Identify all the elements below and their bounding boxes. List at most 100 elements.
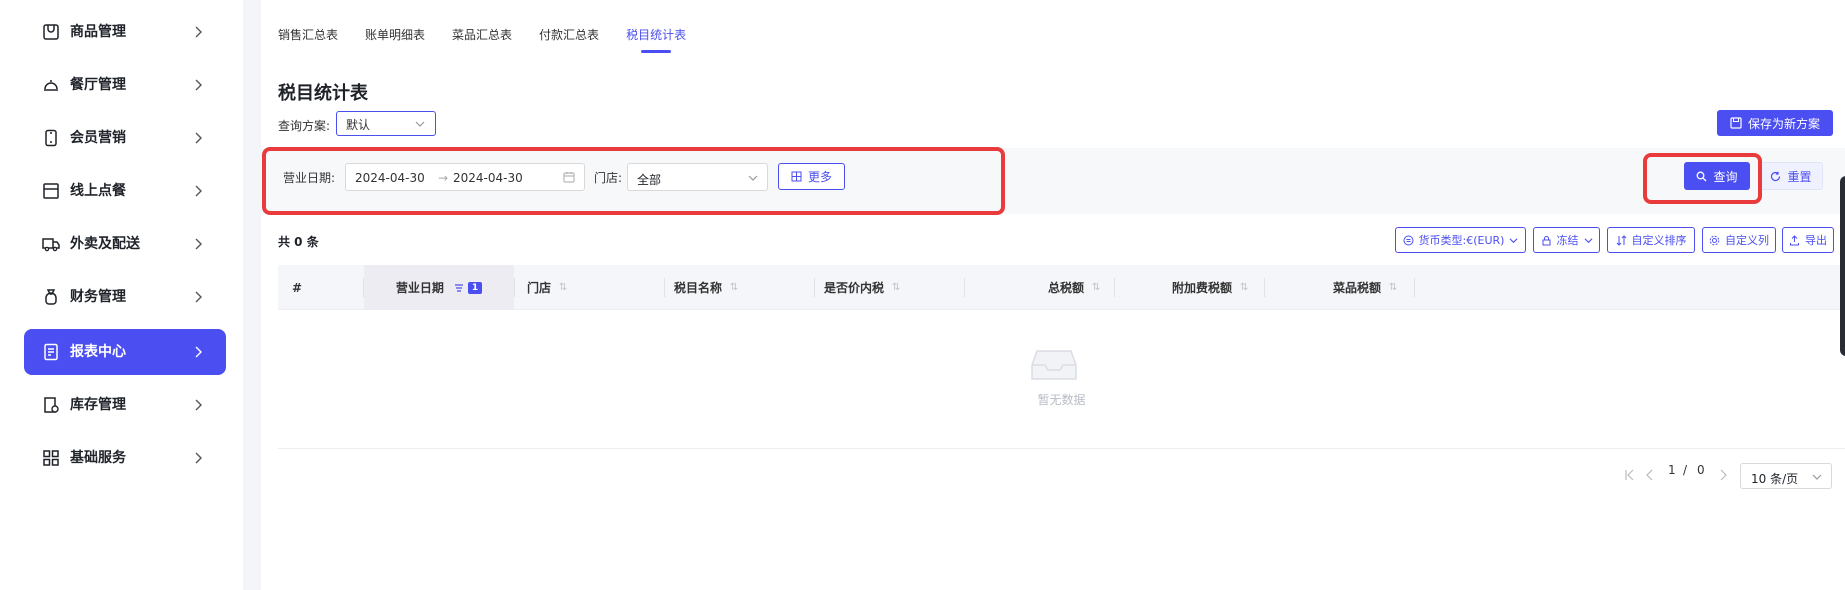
column-label: # xyxy=(292,280,303,295)
refresh-icon xyxy=(1771,171,1781,181)
page-separator: / xyxy=(1683,463,1688,477)
chevron-right-icon xyxy=(195,79,202,91)
query-button[interactable]: 查询 xyxy=(1684,162,1750,190)
freeze-button[interactable]: 冻结 xyxy=(1533,227,1600,253)
total-pages: 0 xyxy=(1697,463,1705,477)
current-page: 1 xyxy=(1668,463,1676,477)
reset-button[interactable]: 重置 xyxy=(1759,162,1823,190)
package-icon xyxy=(43,24,59,40)
sidebar-item-label: 财务管理 xyxy=(70,289,126,305)
sidebar-item-online-order[interactable]: 线上点餐 xyxy=(24,168,226,214)
custom-sort-label: 自定义排序 xyxy=(1631,234,1687,247)
chevron-down-icon xyxy=(748,175,758,181)
total-count: 共 0 条 xyxy=(278,235,319,249)
sidebar-item-restaurant[interactable]: 餐厅管理 xyxy=(24,62,226,108)
export-icon xyxy=(1790,234,1799,245)
tab-payment-summary[interactable]: 付款汇总表 xyxy=(539,26,599,56)
sidebar-item-reports[interactable]: 报表中心 xyxy=(24,329,226,375)
tab-bill-details[interactable]: 账单明细表 xyxy=(365,26,425,56)
store-label: 门店: xyxy=(594,171,623,185)
sidebar-item-label: 报表中心 xyxy=(70,344,126,360)
currency-label: 货币类型:€(EUR) xyxy=(1418,234,1505,247)
sidebar-item-finance[interactable]: 财务管理 xyxy=(24,274,226,320)
first-page-icon[interactable] xyxy=(1625,469,1635,481)
sidebar-item-label: 库存管理 xyxy=(70,397,126,413)
chevron-right-icon xyxy=(195,346,202,358)
phone-icon xyxy=(45,129,57,147)
column-header-tax-name[interactable]: 税目名称 ⇅ xyxy=(674,265,738,310)
sidebar-item-products[interactable]: 商品管理 xyxy=(24,9,226,55)
chevron-right-icon xyxy=(195,399,202,411)
column-label: 税目名称 xyxy=(674,281,723,295)
money-bag-icon xyxy=(45,289,57,305)
column-header-store[interactable]: 门店 ⇅ xyxy=(527,265,567,310)
sidebar-item-basic-services[interactable]: 基础服务 xyxy=(24,435,226,481)
sort-order-badge: 1 xyxy=(467,281,483,294)
empty-state: 暂无数据 xyxy=(278,311,1845,449)
export-label: 导出 xyxy=(1805,234,1827,247)
sidebar-item-label: 商品管理 xyxy=(70,24,126,40)
page-title: 税目统计表 xyxy=(278,83,368,104)
next-page-icon[interactable] xyxy=(1718,469,1728,481)
chevron-down-icon xyxy=(415,121,425,127)
tab-dish-summary[interactable]: 菜品汇总表 xyxy=(452,26,512,56)
save-scheme-button[interactable]: 保存为新方案 xyxy=(1717,110,1833,136)
side-panel-handle[interactable] xyxy=(1840,176,1845,356)
prev-page-icon[interactable] xyxy=(1645,469,1655,481)
currency-icon xyxy=(1403,235,1414,245)
column-label: 附加费税额 xyxy=(1172,281,1233,295)
custom-columns-label: 自定义列 xyxy=(1725,234,1769,247)
sort-icon: ⇅ xyxy=(1240,282,1249,293)
sort-icon xyxy=(1616,234,1626,246)
tab-sales-summary[interactable]: 销售汇总表 xyxy=(278,26,338,56)
currency-type-button[interactable]: 货币类型:€(EUR) xyxy=(1395,227,1526,253)
column-header-business-date[interactable]: 营业日期 1 xyxy=(364,265,514,310)
custom-columns-button[interactable]: 自定义列 xyxy=(1702,227,1776,253)
scheme-value: 默认 xyxy=(346,118,371,132)
filter-bar: 营业日期: 2024-04-30 → 2024-04-30 门店: 全部 更多 … xyxy=(261,148,1845,214)
sort-icon: ⇅ xyxy=(730,282,739,293)
column-header-dish-tax[interactable]: 菜品税额 ⇅ xyxy=(1333,265,1397,310)
search-icon xyxy=(1697,171,1707,181)
filter-grid-icon xyxy=(791,171,802,182)
custom-sort-button[interactable]: 自定义排序 xyxy=(1607,227,1695,253)
column-separator xyxy=(1264,278,1265,297)
page-size-select[interactable]: 10 条/页 xyxy=(1740,463,1832,489)
date-arrow: → xyxy=(438,171,449,185)
sidebar-item-label: 餐厅管理 xyxy=(70,77,126,93)
column-header-total-tax[interactable]: 总税额 ⇅ xyxy=(1048,265,1100,310)
sidebar-item-label: 线上点餐 xyxy=(70,183,126,199)
freeze-label: 冻结 xyxy=(1556,234,1579,247)
calendar-icon xyxy=(563,172,575,183)
store-icon xyxy=(43,183,59,199)
main-panel: 销售汇总表 账单明细表 菜品汇总表 付款汇总表 税目统计表 税目统计表 查询方案… xyxy=(261,0,1845,590)
column-separator xyxy=(664,278,665,297)
chevron-down-icon xyxy=(1584,237,1592,243)
reset-label: 重置 xyxy=(1787,169,1812,184)
more-filters-button[interactable]: 更多 xyxy=(778,163,845,190)
store-value: 全部 xyxy=(637,173,662,187)
column-separator xyxy=(964,278,965,297)
sidebar-item-inventory[interactable]: 库存管理 xyxy=(24,382,226,428)
sidebar: 商品管理 餐厅管理 会员营销 线上点餐 外卖及配送 财务管理 报表中心 库存管理 xyxy=(0,0,243,590)
sidebar-item-delivery[interactable]: 外卖及配送 xyxy=(24,221,226,267)
tab-tax-statistics[interactable]: 税目统计表 xyxy=(626,26,686,56)
inventory-icon xyxy=(44,397,59,413)
chevron-right-icon xyxy=(195,238,202,250)
chevron-right-icon xyxy=(195,132,202,144)
date-range-picker[interactable]: 2024-04-30 → 2024-04-30 xyxy=(345,163,585,191)
column-separator xyxy=(1114,278,1115,297)
sidebar-item-membership[interactable]: 会员营销 xyxy=(24,115,226,161)
sidebar-item-label: 会员营销 xyxy=(70,130,126,146)
export-button[interactable]: 导出 xyxy=(1782,227,1834,253)
date-end: 2024-04-30 xyxy=(453,171,523,185)
column-header-surcharge-tax[interactable]: 附加费税额 ⇅ xyxy=(1172,265,1248,310)
more-filters-label: 更多 xyxy=(807,170,832,184)
scheme-select[interactable]: 默认 xyxy=(336,111,436,136)
truck-icon xyxy=(42,238,60,252)
chevron-right-icon xyxy=(195,452,202,464)
column-separator xyxy=(814,278,815,297)
chevron-right-icon xyxy=(195,26,202,38)
column-header-tax-inclusive[interactable]: 是否价内税 ⇅ xyxy=(824,265,900,310)
store-select[interactable]: 全部 xyxy=(627,163,768,191)
